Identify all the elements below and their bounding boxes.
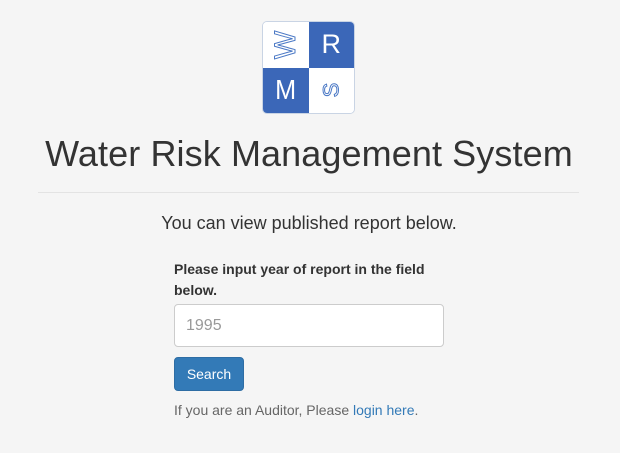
logo-cell-s: S	[308, 67, 354, 113]
page-title: Water Risk Management System	[45, 133, 573, 174]
logo-cell-w: W	[263, 22, 309, 68]
page-subtitle: You can view published report below.	[161, 213, 457, 233]
logo-letter-m: M	[275, 74, 297, 106]
auditor-prompt-suffix: .	[414, 402, 419, 418]
wrms-logo: W R M S	[262, 21, 355, 114]
year-input[interactable]	[174, 304, 444, 347]
auditor-prompt-text: If you are an Auditor, Please	[174, 402, 354, 418]
logo-letter-r: R	[321, 29, 342, 60]
logo-cell-m: M	[263, 67, 309, 113]
logo-letter-w: W	[268, 30, 302, 59]
title-divider	[38, 192, 579, 193]
search-button[interactable]: Search	[174, 357, 244, 391]
login-link[interactable]: login here	[353, 402, 415, 418]
logo-cell-r: R	[308, 22, 354, 68]
year-field-label: Please input year of report in the field…	[174, 261, 425, 298]
logo-letter-s: S	[318, 82, 344, 98]
page: W R M S Water Risk Management System You…	[0, 0, 620, 453]
auditor-login-prompt: If you are an Auditor, Please login here…	[174, 402, 418, 418]
